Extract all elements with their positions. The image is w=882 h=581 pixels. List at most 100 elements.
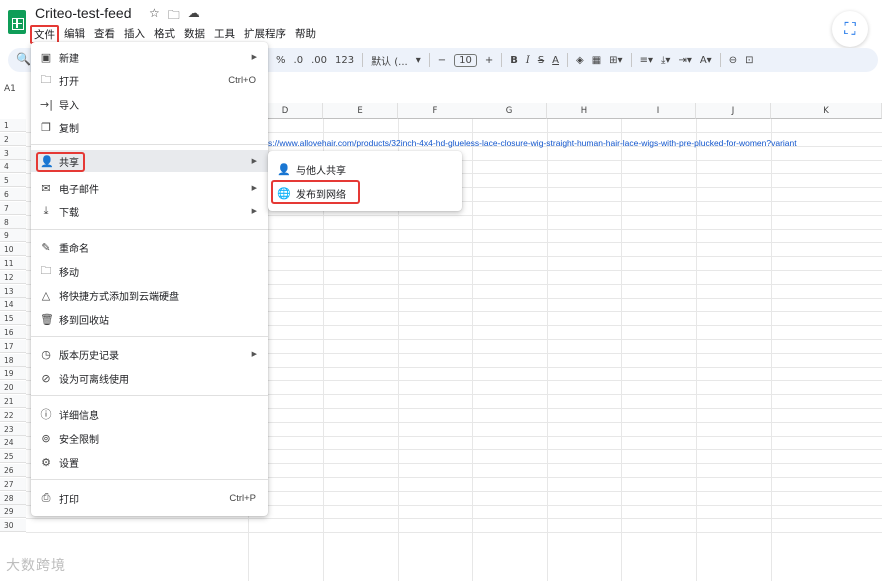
text-rotation-icon[interactable]: A▾ [700,55,712,66]
row-header[interactable]: 26 [0,464,26,477]
menu-item-offline[interactable]: ⊘ 设为可离线使用 [31,367,268,389]
menu-item-version-history[interactable]: ◷ 版本历史记录 ▶ [31,343,268,365]
row-header[interactable]: 30 [0,519,26,532]
menu-item-share-with-others[interactable]: 👤 与他人共享 [268,158,462,180]
row-header[interactable]: 23 [0,423,26,436]
row-header[interactable]: 2 [0,133,26,146]
decrease-decimal-button[interactable]: .0 [294,55,304,66]
menu-item-import[interactable]: →| 导入 [31,93,268,115]
borders-icon[interactable]: ▦ [592,55,601,66]
search-menus-icon[interactable]: 🔍 [16,52,31,66]
row-header[interactable]: 28 [0,492,26,505]
menu-item-copy[interactable]: ❐ 复制 [31,116,268,138]
row-header[interactable]: 10 [0,243,26,256]
menu-item-security[interactable]: ⊚ 安全限制 [31,427,268,449]
share-highlight-box [36,152,85,172]
menu-item-label: 打开 [59,76,79,88]
menu-item-email[interactable]: ✉ 电子邮件 ▶ [31,177,268,199]
row-header[interactable]: 9 [0,229,26,242]
number-format-button[interactable]: 123 [335,55,354,66]
column-header[interactable]: H [547,103,622,119]
menu-item-rename[interactable]: ✎ 重命名 [31,236,268,258]
row-header[interactable]: 17 [0,340,26,353]
history-icon: ◷ [41,347,51,361]
sheets-logo-icon[interactable] [8,10,26,34]
row-header[interactable]: 1 [0,119,26,132]
move-to-folder-icon[interactable]: 🗀 [168,6,180,27]
row-header[interactable]: 20 [0,381,26,394]
info-icon: ⓘ [40,408,52,421]
menu-item-label: 打印 [59,494,79,506]
insert-comment-icon[interactable]: ⊡ [745,55,753,66]
row-header[interactable]: 6 [0,188,26,201]
row-header[interactable]: 14 [0,298,26,311]
bold-button[interactable]: B [510,55,518,66]
submenu-arrow-icon: ▶ [251,53,257,61]
row-header[interactable]: 22 [0,409,26,422]
menu-help[interactable]: 帮助 [291,25,320,44]
row-header[interactable]: 8 [0,216,26,229]
font-size-increase-button[interactable]: + [485,55,493,66]
column-header[interactable]: F [398,103,473,119]
merge-cells-icon[interactable]: ⊞▾ [609,55,622,66]
row-header[interactable]: 21 [0,395,26,408]
gear-icon: ⚙ [41,455,51,469]
cloud-status-icon[interactable]: ☁ [188,6,200,27]
row-header[interactable]: 16 [0,326,26,339]
column-header[interactable]: I [621,103,696,119]
insert-link-icon[interactable]: ⊖ [729,55,737,66]
column-header[interactable]: K [771,103,882,119]
font-family-select[interactable]: 默认 (... [371,53,408,68]
vertical-align-icon[interactable]: ⤓▾ [661,55,670,66]
increase-decimal-button[interactable]: .00 [311,55,327,66]
cell-url-value[interactable]: s://www.allovehair.com/products/32inch-4… [268,138,797,148]
submenu-arrow-icon: ▶ [251,157,257,165]
row-header[interactable]: 13 [0,285,26,298]
text-wrap-icon[interactable]: ⇥▾ [678,55,691,66]
percent-format-button[interactable]: % [276,55,286,66]
row-header[interactable]: 7 [0,202,26,215]
menu-item-details[interactable]: ⓘ 详细信息 [31,403,268,425]
menu-item-download[interactable]: ⤓ 下载 ▶ [31,200,268,222]
grid-column-line [771,119,772,581]
horizontal-align-icon[interactable]: ≡▾ [640,55,653,66]
pencil-icon: ✎ [41,240,51,254]
row-header[interactable]: 4 [0,160,26,173]
document-title[interactable]: Criteo-test-feed [35,5,131,21]
row-header[interactable]: 11 [0,257,26,270]
row-header[interactable]: 15 [0,312,26,325]
name-box[interactable]: A1 [4,84,16,94]
font-size-input[interactable]: 10 [454,53,477,67]
column-header[interactable]: J [696,103,771,119]
row-header[interactable]: 18 [0,354,26,367]
row-header[interactable]: 29 [0,505,26,518]
text-color-button[interactable]: A [552,55,559,66]
row-header[interactable]: 19 [0,367,26,380]
lens-scan-button[interactable]: ⛶ [832,11,868,47]
scan-icon: ⛶ [844,19,856,38]
row-header[interactable]: 5 [0,174,26,187]
row-header[interactable]: 12 [0,271,26,284]
menu-item-trash[interactable]: 🗑 移到回收站 [31,308,268,330]
menu-item-add-shortcut[interactable]: △ 将快捷方式添加到云端硬盘 [31,284,268,306]
row-header[interactable]: 25 [0,450,26,463]
italic-button[interactable]: I [526,55,530,66]
fill-color-icon[interactable]: ◈ [576,55,584,66]
font-size-decrease-button[interactable]: − [438,55,446,66]
menu-item-new[interactable]: ▣ 新建 ▶ [31,46,268,68]
toolbar-divider [501,53,503,67]
menu-divider [31,395,268,396]
star-icon[interactable]: ☆ [149,6,160,27]
column-header[interactable]: G [472,103,547,119]
menu-item-print[interactable]: ⎙ 打印 Ctrl+P [31,487,268,509]
strikethrough-button[interactable]: S [538,55,544,66]
row-header[interactable]: 3 [0,147,26,160]
menu-item-open[interactable]: 🗀 打开 Ctrl+O [31,69,268,91]
menu-item-settings[interactable]: ⚙ 设置 [31,451,268,473]
menu-divider [31,229,268,230]
column-header[interactable]: E [323,103,398,119]
row-header[interactable]: 27 [0,478,26,491]
row-header[interactable]: 24 [0,436,26,449]
menu-item-move[interactable]: 🗀 移动 [31,260,268,282]
font-dropdown-icon[interactable]: ▾ [416,55,421,66]
